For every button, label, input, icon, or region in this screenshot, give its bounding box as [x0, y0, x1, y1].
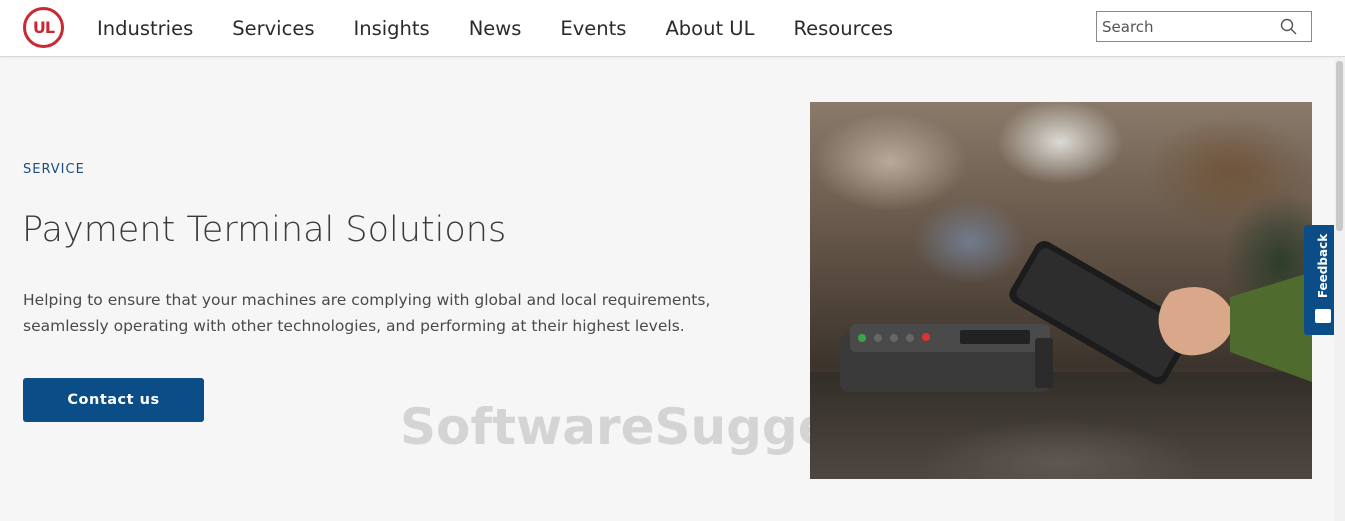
feedback-label: Feedback — [1316, 233, 1331, 299]
nav-industries[interactable]: Industries — [97, 17, 193, 40]
payment-scene-illustration — [810, 241, 1312, 479]
hero-image — [810, 102, 1312, 479]
logo-text: UL — [32, 18, 55, 37]
nav-services[interactable]: Services — [232, 17, 314, 40]
search-input[interactable] — [1097, 12, 1272, 41]
nav-events[interactable]: Events — [560, 17, 626, 40]
top-navigation-bar: UL Industries Services Insights News Eve… — [0, 0, 1345, 57]
ul-logo[interactable]: UL — [23, 7, 64, 48]
nav-about-ul[interactable]: About UL — [665, 17, 754, 40]
nav-insights[interactable]: Insights — [353, 17, 429, 40]
search-icon[interactable] — [1280, 18, 1297, 35]
feedback-smiley-icon — [1315, 309, 1331, 323]
nav-resources[interactable]: Resources — [793, 17, 893, 40]
page-scrollbar[interactable] — [1334, 57, 1345, 521]
scrollbar-thumb[interactable] — [1336, 61, 1343, 231]
contact-us-button[interactable]: Contact us — [23, 378, 204, 422]
page-description: Helping to ensure that your machines are… — [23, 291, 711, 335]
search-box — [1096, 11, 1312, 42]
page-title: Payment Terminal Solutions — [22, 210, 507, 250]
service-eyebrow: SERVICE — [23, 162, 85, 177]
nav-news[interactable]: News — [469, 17, 522, 40]
main-nav: Industries Services Insights News Events… — [97, 0, 932, 57]
watermark: SoftwareSugge — [400, 398, 832, 456]
